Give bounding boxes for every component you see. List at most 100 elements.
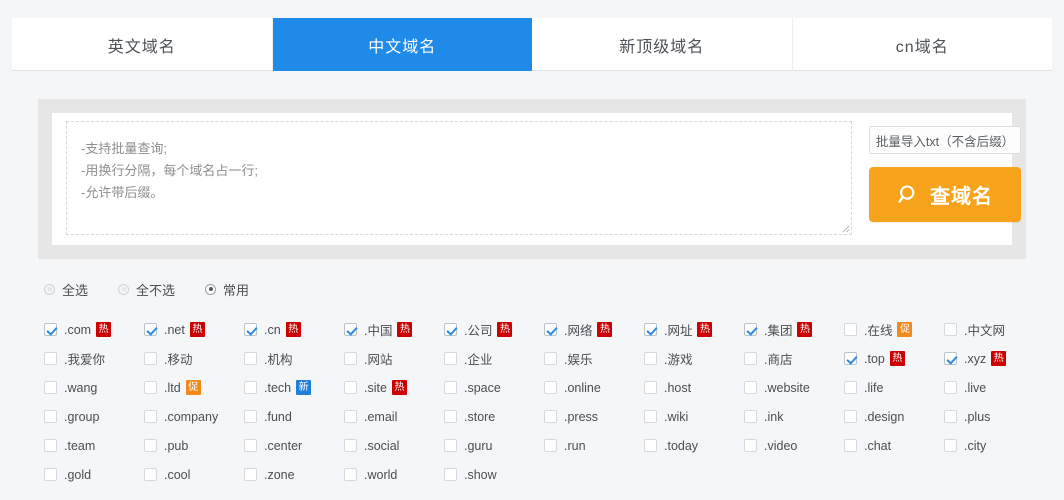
checkbox-icon[interactable] bbox=[444, 439, 457, 452]
suffix-option[interactable]: .fund bbox=[244, 410, 344, 424]
checkbox-icon[interactable] bbox=[244, 468, 257, 481]
checkbox-icon[interactable] bbox=[544, 323, 557, 336]
suffix-option[interactable]: .center bbox=[244, 439, 344, 453]
suffix-option[interactable]: .cool bbox=[144, 468, 244, 482]
suffix-option[interactable]: .wang bbox=[44, 381, 144, 395]
checkbox-icon[interactable] bbox=[944, 381, 957, 394]
suffix-option[interactable]: .social bbox=[344, 439, 444, 453]
search-domain-button[interactable]: 查域名 bbox=[869, 167, 1021, 222]
checkbox-icon[interactable] bbox=[944, 352, 957, 365]
checkbox-icon[interactable] bbox=[144, 352, 157, 365]
suffix-option[interactable]: .live bbox=[944, 381, 1044, 395]
checkbox-icon[interactable] bbox=[744, 323, 757, 336]
checkbox-icon[interactable] bbox=[744, 352, 757, 365]
suffix-option[interactable]: .design bbox=[844, 410, 944, 424]
tab-2[interactable]: 新顶级域名 bbox=[532, 18, 793, 71]
checkbox-icon[interactable] bbox=[844, 410, 857, 423]
checkbox-icon[interactable] bbox=[344, 468, 357, 481]
suffix-option[interactable]: .中文网 bbox=[944, 320, 1044, 339]
suffix-option[interactable]: .网址热 bbox=[644, 320, 744, 339]
suffix-option[interactable]: .ink bbox=[744, 410, 844, 424]
checkbox-icon[interactable] bbox=[844, 352, 857, 365]
checkbox-icon[interactable] bbox=[844, 323, 857, 336]
suffix-option[interactable]: .email bbox=[344, 410, 444, 424]
suffix-option[interactable]: .site热 bbox=[344, 380, 444, 395]
checkbox-icon[interactable] bbox=[944, 410, 957, 423]
suffix-option[interactable]: .host bbox=[644, 381, 744, 395]
checkbox-icon[interactable] bbox=[544, 439, 557, 452]
suffix-option[interactable]: .在线促 bbox=[844, 320, 944, 339]
radio-icon[interactable] bbox=[118, 284, 129, 295]
suffix-option[interactable]: .中国热 bbox=[344, 320, 444, 339]
suffix-option[interactable]: .online bbox=[544, 381, 644, 395]
checkbox-icon[interactable] bbox=[144, 439, 157, 452]
checkbox-icon[interactable] bbox=[144, 410, 157, 423]
checkbox-icon[interactable] bbox=[644, 410, 657, 423]
suffix-option[interactable]: .chat bbox=[844, 439, 944, 453]
suffix-option[interactable]: .today bbox=[644, 439, 744, 453]
suffix-option[interactable]: .ltd促 bbox=[144, 380, 244, 395]
checkbox-icon[interactable] bbox=[144, 323, 157, 336]
checkbox-icon[interactable] bbox=[544, 410, 557, 423]
suffix-option[interactable]: .gold bbox=[44, 468, 144, 482]
suffix-option[interactable]: .zone bbox=[244, 468, 344, 482]
suffix-option[interactable]: .我爱你 bbox=[44, 349, 144, 368]
checkbox-icon[interactable] bbox=[944, 323, 957, 336]
checkbox-icon[interactable] bbox=[344, 410, 357, 423]
checkbox-icon[interactable] bbox=[44, 468, 57, 481]
checkbox-icon[interactable] bbox=[444, 410, 457, 423]
suffix-option[interactable]: .store bbox=[444, 410, 544, 424]
suffix-option[interactable]: .com热 bbox=[44, 322, 144, 337]
suffix-option[interactable]: .city bbox=[944, 439, 1044, 453]
checkbox-icon[interactable] bbox=[744, 381, 757, 394]
radio-icon[interactable] bbox=[44, 284, 55, 295]
suffix-option[interactable]: .cn热 bbox=[244, 322, 344, 337]
suffix-option[interactable]: .游戏 bbox=[644, 349, 744, 368]
checkbox-icon[interactable] bbox=[844, 439, 857, 452]
suffix-option[interactable]: .网站 bbox=[344, 349, 444, 368]
bulk-import-txt-button[interactable]: 批量导入txt（不含后缀） bbox=[869, 126, 1021, 154]
checkbox-icon[interactable] bbox=[644, 439, 657, 452]
checkbox-icon[interactable] bbox=[144, 381, 157, 394]
selection-mode-0[interactable]: 全选 bbox=[44, 280, 88, 299]
checkbox-icon[interactable] bbox=[244, 381, 257, 394]
suffix-option[interactable]: .run bbox=[544, 439, 644, 453]
selection-mode-2[interactable]: 常用 bbox=[205, 280, 249, 299]
checkbox-icon[interactable] bbox=[244, 410, 257, 423]
suffix-option[interactable]: .企业 bbox=[444, 349, 544, 368]
suffix-option[interactable]: .公司热 bbox=[444, 320, 544, 339]
suffix-option[interactable]: .tech新 bbox=[244, 380, 344, 395]
radio-icon[interactable] bbox=[205, 284, 216, 295]
checkbox-icon[interactable] bbox=[244, 352, 257, 365]
bulk-domain-textarea[interactable] bbox=[66, 121, 852, 235]
tab-1[interactable]: 中文域名 bbox=[273, 18, 533, 71]
suffix-option[interactable]: .life bbox=[844, 381, 944, 395]
suffix-option[interactable]: .移动 bbox=[144, 349, 244, 368]
suffix-option[interactable]: .商店 bbox=[744, 349, 844, 368]
checkbox-icon[interactable] bbox=[744, 410, 757, 423]
checkbox-icon[interactable] bbox=[44, 410, 57, 423]
suffix-option[interactable]: .group bbox=[44, 410, 144, 424]
checkbox-icon[interactable] bbox=[844, 381, 857, 394]
checkbox-icon[interactable] bbox=[644, 323, 657, 336]
checkbox-icon[interactable] bbox=[544, 352, 557, 365]
checkbox-icon[interactable] bbox=[344, 439, 357, 452]
suffix-option[interactable]: .company bbox=[144, 410, 244, 424]
checkbox-icon[interactable] bbox=[444, 352, 457, 365]
checkbox-icon[interactable] bbox=[544, 381, 557, 394]
selection-mode-1[interactable]: 全不选 bbox=[118, 280, 175, 299]
checkbox-icon[interactable] bbox=[44, 439, 57, 452]
checkbox-icon[interactable] bbox=[44, 352, 57, 365]
suffix-option[interactable]: .press bbox=[544, 410, 644, 424]
suffix-option[interactable]: .website bbox=[744, 381, 844, 395]
tab-3[interactable]: cn域名 bbox=[793, 18, 1053, 71]
suffix-option[interactable]: .plus bbox=[944, 410, 1044, 424]
suffix-option[interactable]: .集团热 bbox=[744, 320, 844, 339]
suffix-option[interactable]: .space bbox=[444, 381, 544, 395]
suffix-option[interactable]: .team bbox=[44, 439, 144, 453]
suffix-option[interactable]: .video bbox=[744, 439, 844, 453]
suffix-option[interactable]: .娱乐 bbox=[544, 349, 644, 368]
suffix-option[interactable]: .guru bbox=[444, 439, 544, 453]
suffix-option[interactable]: .机构 bbox=[244, 349, 344, 368]
tab-0[interactable]: 英文域名 bbox=[12, 18, 273, 71]
